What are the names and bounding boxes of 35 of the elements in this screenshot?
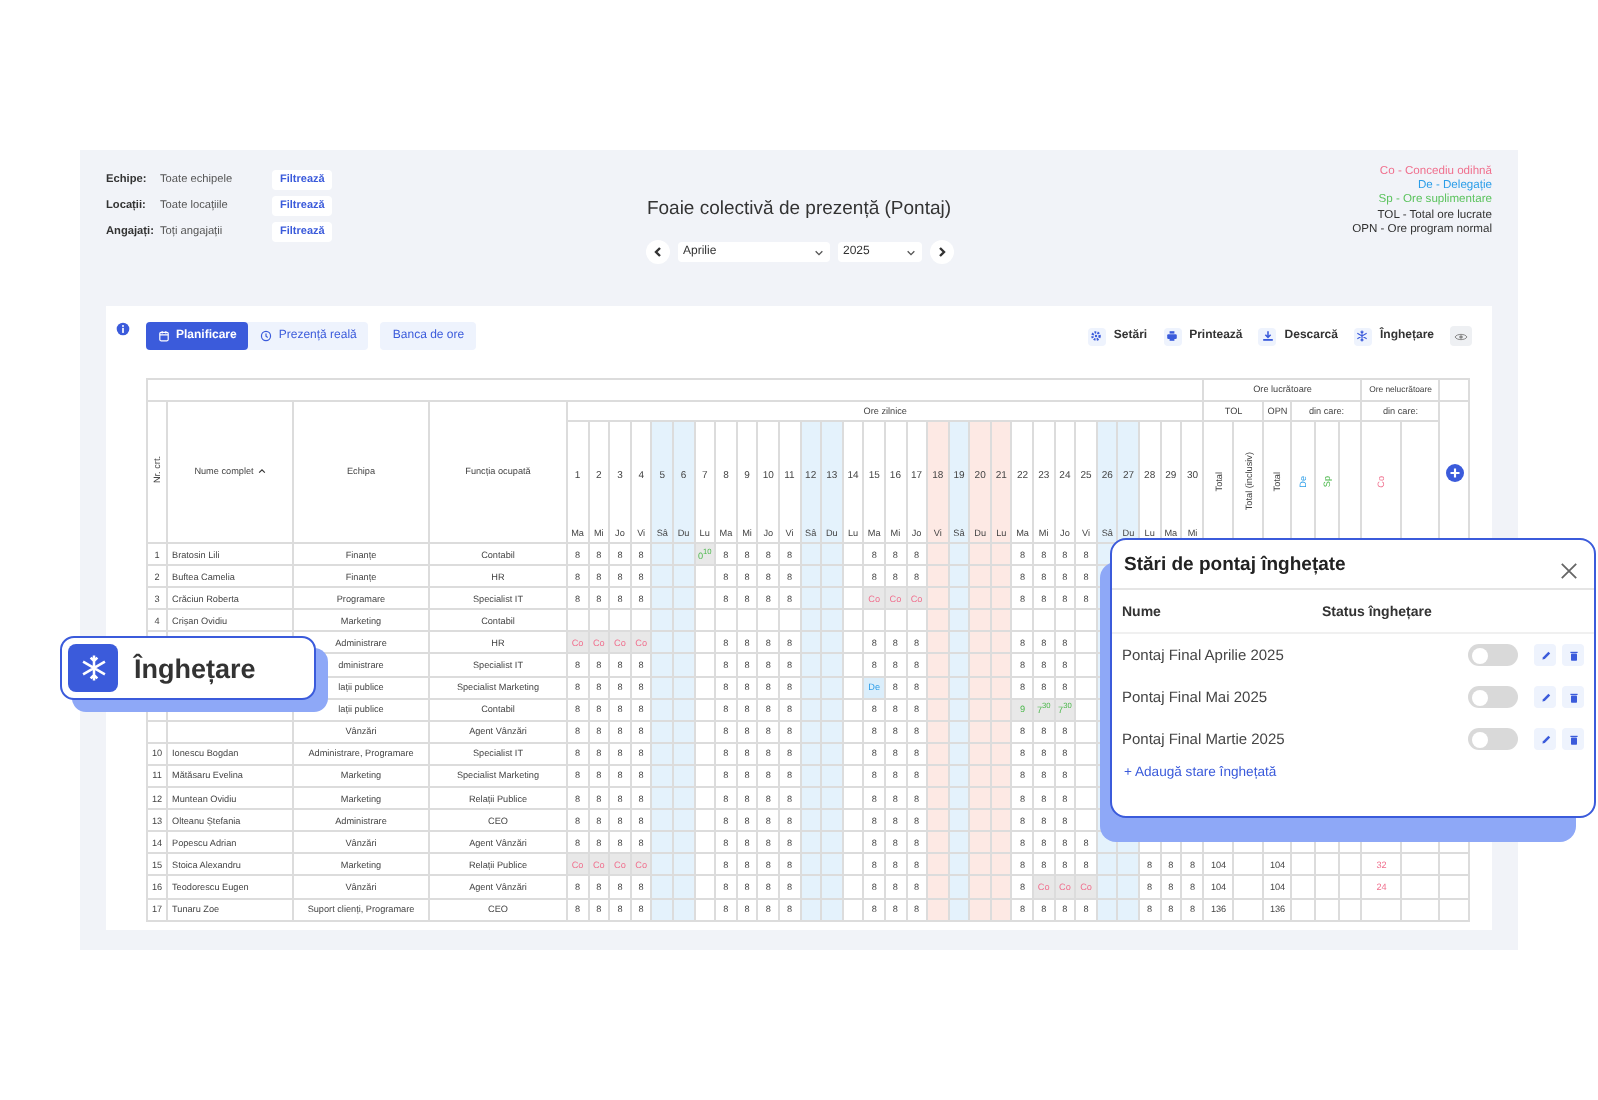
calendar-icon: [158, 330, 170, 342]
freeze-toggle[interactable]: [1468, 686, 1518, 708]
visibility-button[interactable]: [1450, 326, 1472, 346]
info-icon[interactable]: [116, 322, 130, 336]
pencil-icon: [1539, 691, 1551, 703]
snowflake-icon: [1356, 330, 1369, 342]
previous-button[interactable]: [645, 240, 669, 264]
pencil-icon: [1539, 733, 1551, 745]
add-column-button[interactable]: [1445, 458, 1464, 477]
delete-button[interactable]: [1562, 686, 1584, 708]
settings-icon: [1090, 330, 1103, 342]
dialog-title: Stări de pontaj înghețate: [1124, 554, 1346, 576]
caret-icon: [813, 247, 823, 257]
printer-icon: [1166, 330, 1179, 342]
chevron-right-icon: [935, 246, 947, 258]
trash-icon: [1567, 649, 1579, 661]
next-button[interactable]: [929, 240, 953, 264]
chevron-left-icon: [651, 246, 663, 258]
clock-icon: [260, 330, 273, 342]
snowflake-icon: [79, 654, 107, 682]
download-icon: [1261, 330, 1274, 342]
edit-button[interactable]: [1534, 644, 1556, 666]
delete-button[interactable]: [1562, 644, 1584, 666]
sort-icon: [257, 468, 266, 475]
trash-icon: [1567, 691, 1579, 703]
edit-button[interactable]: [1534, 686, 1556, 708]
caret-icon: [905, 247, 915, 257]
badge-label: Înghețare: [134, 653, 256, 683]
freeze-toggle[interactable]: [1468, 728, 1518, 750]
pencil-icon: [1539, 649, 1551, 661]
freeze-toggle[interactable]: [1468, 644, 1518, 666]
edit-button[interactable]: [1534, 728, 1556, 750]
trash-icon: [1567, 733, 1579, 745]
delete-button[interactable]: [1562, 728, 1584, 750]
page-title: Foaie colectivă de prezență (Pontaj): [646, 198, 952, 220]
